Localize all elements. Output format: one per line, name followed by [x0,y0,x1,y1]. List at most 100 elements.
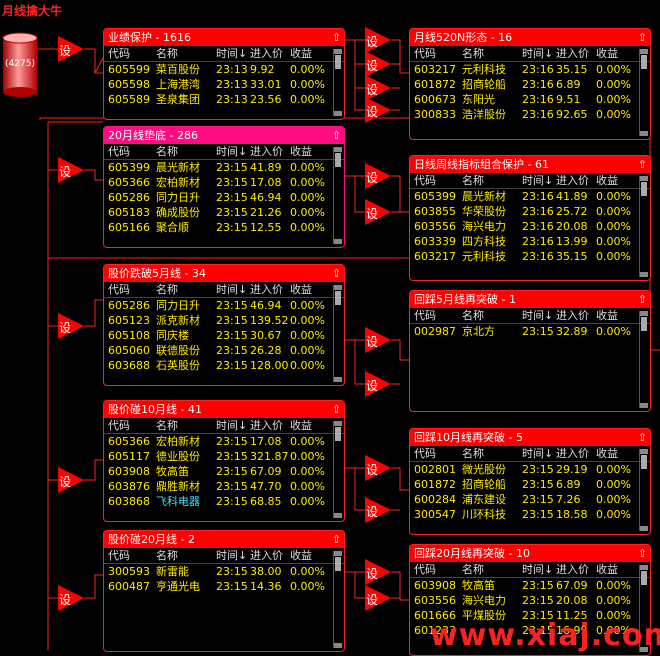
screen-panel-r4[interactable]: 回踩10月线再突破 - 5 ⇧ 代码 名称 时间↓ 进入价 收益 002801 微光股份 23:1… [409,428,651,535]
scrollbar[interactable] [333,49,342,116]
column-header[interactable]: 名称 [156,418,216,433]
table-row[interactable]: 603339 四方科技 23:16 13.99 0.00% [410,234,650,249]
screen-panel-p4[interactable]: 股价碰10月线 - 41 ⇧ 代码 名称 时间↓ 进入价 收益 605366 宏柏新材 23:15… [103,400,345,522]
scroll-up-arrow[interactable] [640,49,648,54]
collapse-icon[interactable]: ⇧ [332,265,341,282]
column-header[interactable]: 代码 [410,308,462,323]
scroll-down-arrow[interactable] [334,377,342,382]
scroll-down-arrow[interactable] [640,403,648,408]
table-row[interactable]: 002801 微光股份 23:15 29.19 0.00% [410,462,650,477]
table-row[interactable]: 603876 鼎胜新材 23:15 47.70 0.00% [104,479,344,494]
set-node-button[interactable]: 设 [365,455,391,481]
column-header[interactable]: 名称 [462,46,522,61]
column-header[interactable]: 收益 [596,46,640,61]
scrollbar-thumb[interactable] [335,557,341,571]
scroll-down-arrow[interactable] [334,643,342,648]
set-node-button[interactable]: 设 [365,163,391,189]
panel-title-bar[interactable]: 日线周线指标组合保护 - 61 ⇧ [410,156,650,173]
column-header[interactable]: 名称 [462,173,522,188]
panel-title-bar[interactable]: 回踩10月线再突破 - 5 ⇧ [410,429,650,446]
column-header[interactable]: 进入价 [250,548,290,563]
table-row[interactable]: 603556 海兴电力 23:16 20.08 0.00% [410,219,650,234]
scrollbar-thumb[interactable] [641,455,647,469]
screen-panel-p5[interactable]: 股价碰20月线 - 2 ⇧ 代码 名称 时间↓ 进入价 收益 300593 新雷能 23:15 38… [103,530,345,652]
set-node-button[interactable]: 设 [365,97,391,123]
scrollbar[interactable] [639,311,648,408]
scroll-down-arrow[interactable] [640,131,648,136]
table-row[interactable]: 605366 宏柏新材 23:15 17.08 0.00% [104,175,344,190]
table-row[interactable]: 605286 同力日升 23:15 46.94 0.00% [104,190,344,205]
scroll-up-arrow[interactable] [640,565,648,570]
table-row[interactable]: 605108 同庆楼 23:15 30.67 0.00% [104,328,344,343]
set-node-button[interactable]: 设 [365,497,391,523]
collapse-icon[interactable]: ⇧ [332,401,341,418]
scroll-up-arrow[interactable] [640,176,648,181]
table-row[interactable]: 603556 海兴电力 23:15 20.08 0.00% [410,593,650,608]
collapse-icon[interactable]: ⇧ [638,156,647,173]
panel-title-bar[interactable]: 股价跌破5月线 - 34 ⇧ [104,265,344,282]
panel-title-bar[interactable]: 回踩5月线再突破 - 1 ⇧ [410,291,650,308]
scrollbar-thumb[interactable] [641,571,647,585]
table-row[interactable]: 605117 德业股份 23:15 321.87 0.00% [104,449,344,464]
column-header[interactable]: 进入价 [556,446,596,461]
table-row[interactable]: 600284 浦东建设 23:15 7.26 0.00% [410,492,650,507]
set-node-button[interactable]: 设 [365,51,391,77]
column-header[interactable]: 时间↓ [522,46,556,61]
scrollbar[interactable] [639,176,648,277]
table-row[interactable]: 605366 宏柏新材 23:15 17.08 0.00% [104,434,344,449]
column-header[interactable]: 时间↓ [522,446,556,461]
panel-title-bar[interactable]: 业绩保护 - 1616 ⇧ [104,29,344,46]
collapse-icon[interactable]: ⇧ [638,29,647,46]
scroll-down-arrow[interactable] [334,513,342,518]
table-row[interactable]: 601872 招商轮船 23:16 6.89 0.00% [410,77,650,92]
column-header[interactable]: 收益 [290,548,334,563]
column-header[interactable]: 进入价 [556,562,596,577]
column-header[interactable]: 时间↓ [216,144,250,159]
collapse-icon[interactable]: ⇧ [638,545,647,562]
set-node-button[interactable]: 设 [58,157,84,183]
screen-panel-p3[interactable]: 股价跌破5月线 - 34 ⇧ 代码 名称 时间↓ 进入价 收益 605286 同力日升 23:15… [103,264,345,386]
column-header[interactable]: 时间↓ [216,418,250,433]
scroll-down-arrow[interactable] [640,526,648,531]
column-header[interactable]: 时间↓ [522,173,556,188]
collapse-icon[interactable]: ⇧ [638,291,647,308]
table-row[interactable]: 605166 聚合顺 23:15 12.55 0.00% [104,220,344,235]
table-row[interactable]: 601872 招商轮船 23:15 6.89 0.00% [410,477,650,492]
scrollbar[interactable] [333,551,342,648]
panel-title-bar[interactable]: 回踩20月线再突破 - 10 ⇧ [410,545,650,562]
scrollbar-thumb[interactable] [335,427,341,441]
table-row[interactable]: 605399 晨光新材 23:15 41.89 0.00% [104,160,344,175]
screen-panel-r1[interactable]: 月线520N形态 - 16 ⇧ 代码 名称 时间↓ 进入价 收益 603217 元利科技 23:1… [409,28,651,140]
table-row[interactable]: 605123 派克新材 23:15 139.52 0.00% [104,313,344,328]
column-header[interactable]: 进入价 [250,282,290,297]
table-row[interactable]: 605183 确成股份 23:15 21.26 0.00% [104,205,344,220]
scroll-down-arrow[interactable] [640,272,648,277]
table-row[interactable]: 603217 元利科技 23:16 35.15 0.00% [410,249,650,264]
column-header[interactable]: 时间↓ [522,562,556,577]
scrollbar[interactable] [333,285,342,382]
column-header[interactable]: 收益 [290,282,334,297]
column-header[interactable]: 代码 [410,173,462,188]
column-header[interactable]: 收益 [596,446,640,461]
column-header[interactable]: 收益 [596,562,640,577]
table-row[interactable]: 603217 元利科技 23:16 35.15 0.00% [410,62,650,77]
column-header[interactable]: 代码 [104,282,156,297]
column-header[interactable]: 进入价 [556,308,596,323]
scroll-up-arrow[interactable] [640,311,648,316]
screen-panel-r3[interactable]: 回踩5月线再突破 - 1 ⇧ 代码 名称 时间↓ 进入价 收益 002987 京北方 23:15 3… [409,290,651,412]
set-node-button[interactable]: 设 [58,313,84,339]
panel-title-bar[interactable]: 股价碰20月线 - 2 ⇧ [104,531,344,548]
set-node-button[interactable]: 设 [58,467,84,493]
table-row[interactable]: 600673 东阳光 23:16 9.51 0.00% [410,92,650,107]
column-header[interactable]: 代码 [410,562,462,577]
column-header[interactable]: 名称 [462,446,522,461]
column-header[interactable]: 进入价 [556,46,596,61]
column-header[interactable]: 名称 [156,144,216,159]
column-header[interactable]: 收益 [290,144,334,159]
collapse-icon[interactable]: ⇧ [332,531,341,548]
column-header[interactable]: 进入价 [250,418,290,433]
set-node-button[interactable]: 设 [365,585,391,611]
collapse-icon[interactable]: ⇧ [638,429,647,446]
table-row[interactable]: 605286 同力日升 23:15 46.94 0.00% [104,298,344,313]
column-header[interactable]: 进入价 [250,144,290,159]
